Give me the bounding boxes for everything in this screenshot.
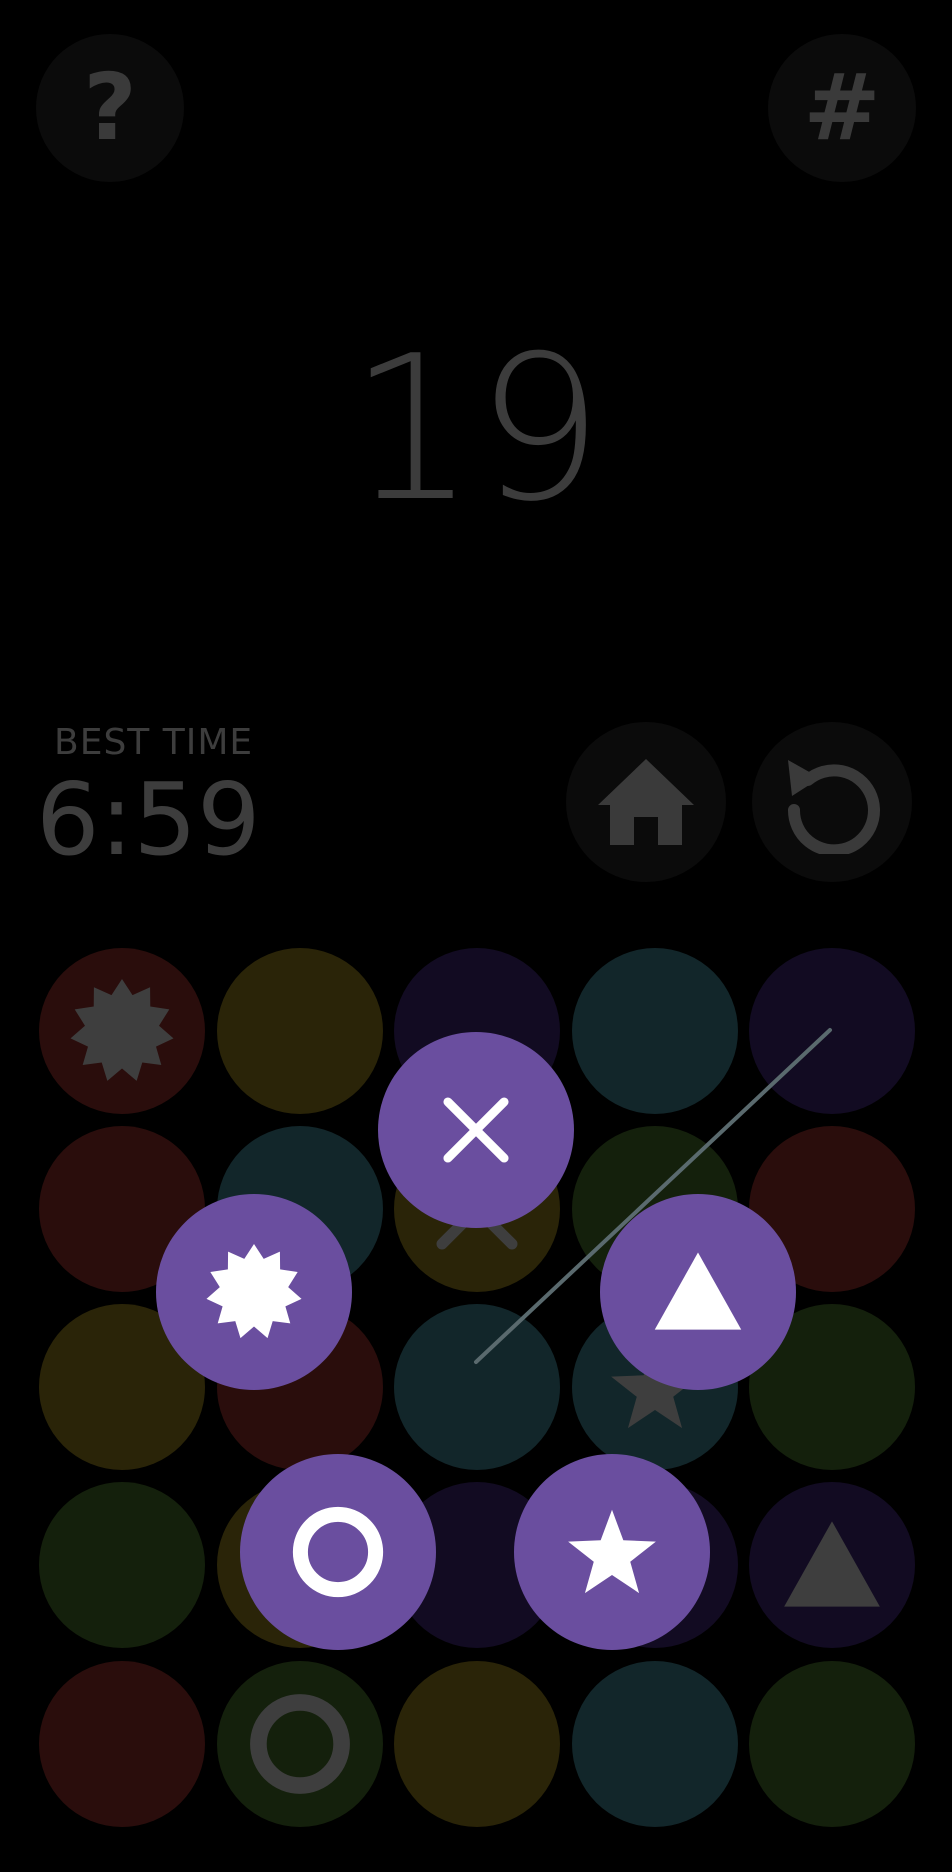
grid-button[interactable]: # [768,34,916,182]
board-cell[interactable] [749,948,915,1114]
board-cell[interactable] [39,1482,205,1648]
home-icon [598,759,694,845]
triangle-icon [784,1521,880,1607]
help-icon: ? [83,54,137,161]
board-cell[interactable] [217,1661,383,1827]
symbol-option-ring[interactable] [240,1454,436,1650]
board-cell[interactable] [572,1661,738,1827]
symbol-option-star[interactable] [514,1454,710,1650]
board-cell[interactable] [749,1661,915,1827]
symbol-option-triangle[interactable] [600,1194,796,1390]
board-cell[interactable] [39,1661,205,1827]
cross-icon [443,1097,509,1163]
triangle-icon [654,1252,742,1330]
sun-burst-icon [206,1244,302,1339]
symbol-option-sun-burst[interactable] [156,1194,352,1390]
ring-icon [292,1506,384,1598]
board-cell[interactable] [217,948,383,1114]
help-button[interactable]: ? [36,34,184,182]
symbol-option-cross[interactable] [378,1032,574,1228]
hash-icon: # [803,54,881,161]
restart-button[interactable] [752,722,912,882]
board-cell[interactable] [572,948,738,1114]
restart-icon [787,760,880,854]
ring-icon [250,1694,350,1794]
star-icon [568,1509,656,1594]
sun-burst-icon [70,979,174,1081]
board-cell[interactable] [394,1661,560,1827]
home-button[interactable] [566,722,726,882]
move-counter: 19 [348,313,604,546]
board-cell[interactable] [39,948,205,1114]
board-cell[interactable] [394,1304,560,1470]
best-time-value: 6:59 [36,761,261,878]
board-cell[interactable] [749,1482,915,1648]
best-time-label: BEST TIME [54,722,254,763]
